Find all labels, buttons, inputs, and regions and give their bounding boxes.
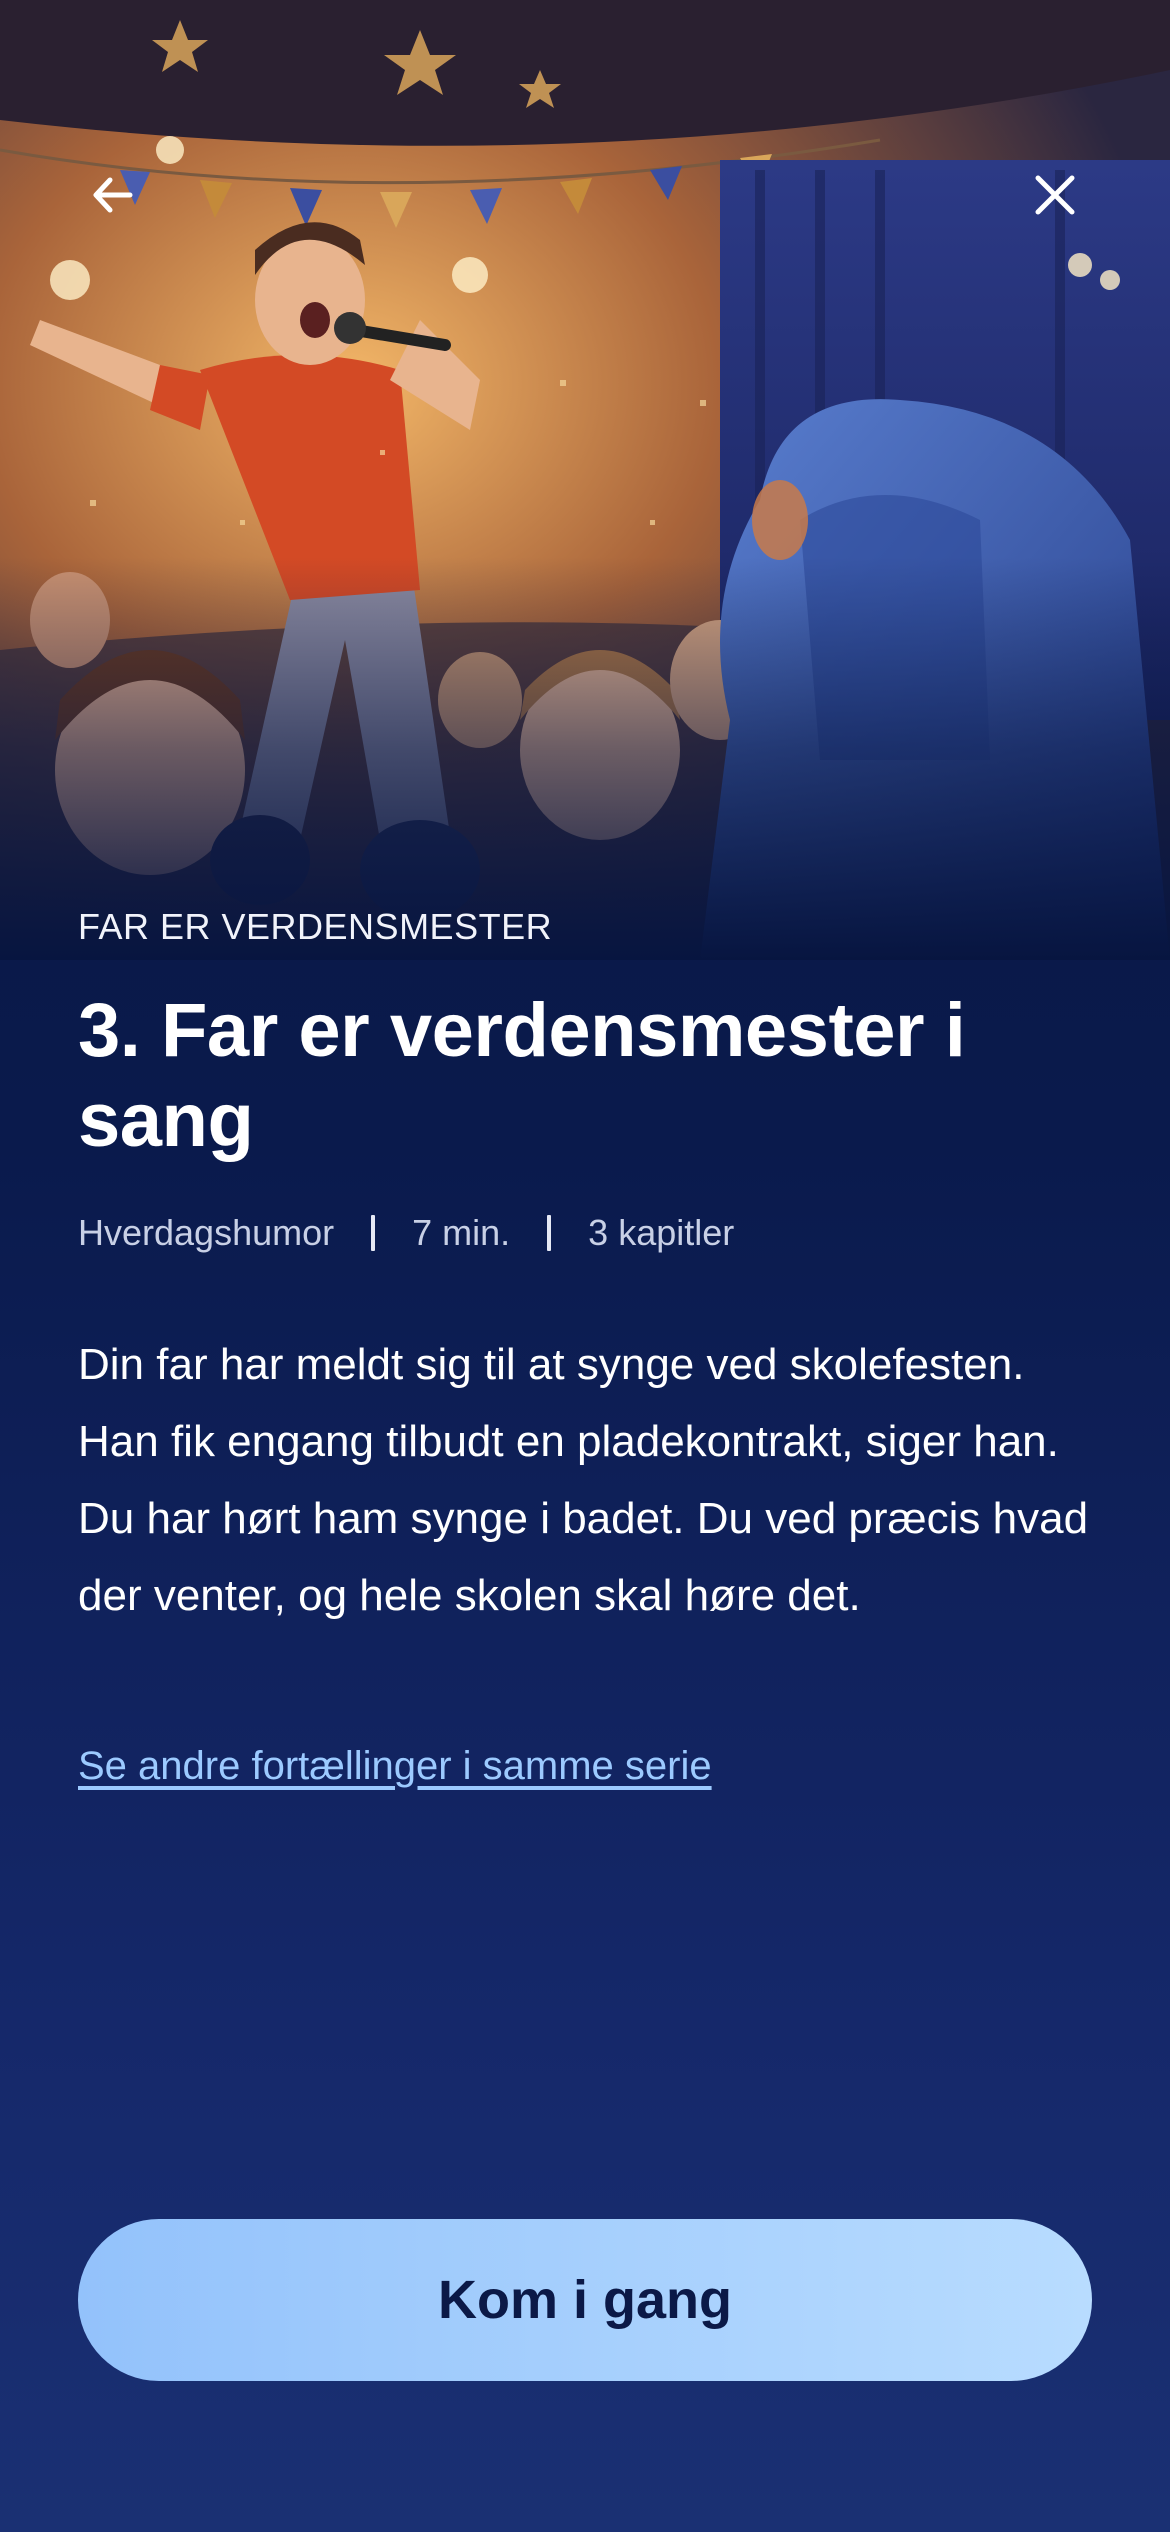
meta-chapters: 3 kapitler bbox=[588, 1211, 735, 1253]
stage-scene-image bbox=[0, 0, 1170, 960]
arrow-left-icon bbox=[93, 177, 133, 213]
story-title: 3. Far er verdensmester i sang bbox=[78, 988, 966, 1163]
meta-duration: 7 min. bbox=[412, 1211, 511, 1253]
hero-illustration bbox=[0, 0, 1170, 960]
series-link[interactable]: Se andre fortællinger i samme serie bbox=[78, 1744, 712, 1789]
back-button[interactable] bbox=[68, 150, 158, 240]
meta-category: Hverdagshumor bbox=[78, 1211, 335, 1253]
series-label: FAR ER VERDENSMESTER bbox=[78, 906, 553, 947]
close-icon bbox=[1035, 175, 1075, 215]
meta-separator bbox=[371, 1214, 376, 1251]
story-info: FAR ER VERDENSMESTER 3. Far er verdensme… bbox=[78, 905, 1092, 1789]
story-meta: Hverdagshumor 7 min. 3 kapitler bbox=[78, 1212, 1092, 1254]
story-description: Din far har meldt sig til at synge ved s… bbox=[78, 1339, 1089, 1620]
close-button[interactable] bbox=[1010, 150, 1100, 240]
meta-separator bbox=[547, 1214, 552, 1251]
story-detail-screen: FAR ER VERDENSMESTER 3. Far er verdensme… bbox=[0, 0, 1170, 2532]
start-button[interactable]: Kom i gang bbox=[78, 2219, 1092, 2381]
